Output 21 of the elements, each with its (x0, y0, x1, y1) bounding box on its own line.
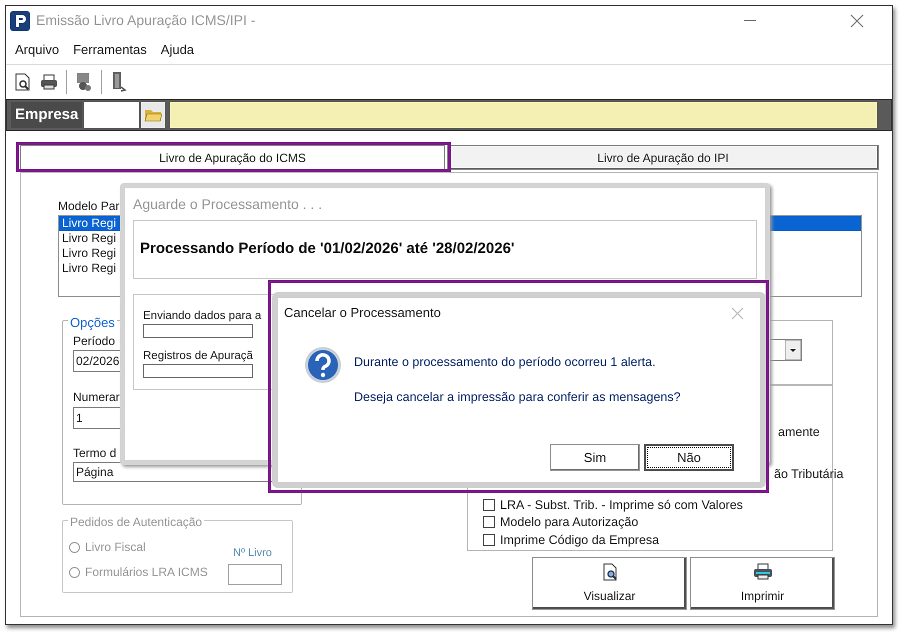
progress-label: Enviando dados para a (143, 309, 262, 324)
dialog-message: Deseja cancelar a impressão para conferir as mensagens? (354, 388, 681, 406)
dialog-title: Aguarde o Processamento . . . (133, 195, 324, 214)
field-label: Modelo Par (58, 198, 120, 215)
field-label: Numerar (73, 389, 120, 406)
checkbox-label: amente (778, 424, 820, 441)
field-label: Período (73, 333, 116, 350)
checkbox-label: ão Tributária (774, 466, 844, 483)
radio-label: Formulários LRA ICMS (85, 564, 208, 581)
status-heading: Processando Período de '01/02/2026' até '28/02/2026' (140, 239, 514, 260)
window-title: Emissão Livro Apuração ICMS/IPI - (36, 11, 256, 30)
checkbox-label: Modelo para Autorização (500, 514, 638, 531)
checkbox-label: Imprime Código da Empresa (500, 532, 660, 549)
progress-label: Registros de Apuraçã (143, 349, 253, 364)
radio-label: Livro Fiscal (85, 539, 146, 556)
field-label: Nº Livro (233, 546, 272, 561)
dialog-message: Durante o processamento do período ocorreu 1 alerta. (354, 354, 657, 371)
dialog-title: Cancelar o Processamento (284, 304, 441, 322)
checkbox-label: LRA - Subst. Trib. - Imprime só com Valores (500, 497, 743, 514)
field-label: Termo d (73, 445, 116, 462)
empresa-label: Empresa (11, 102, 82, 128)
